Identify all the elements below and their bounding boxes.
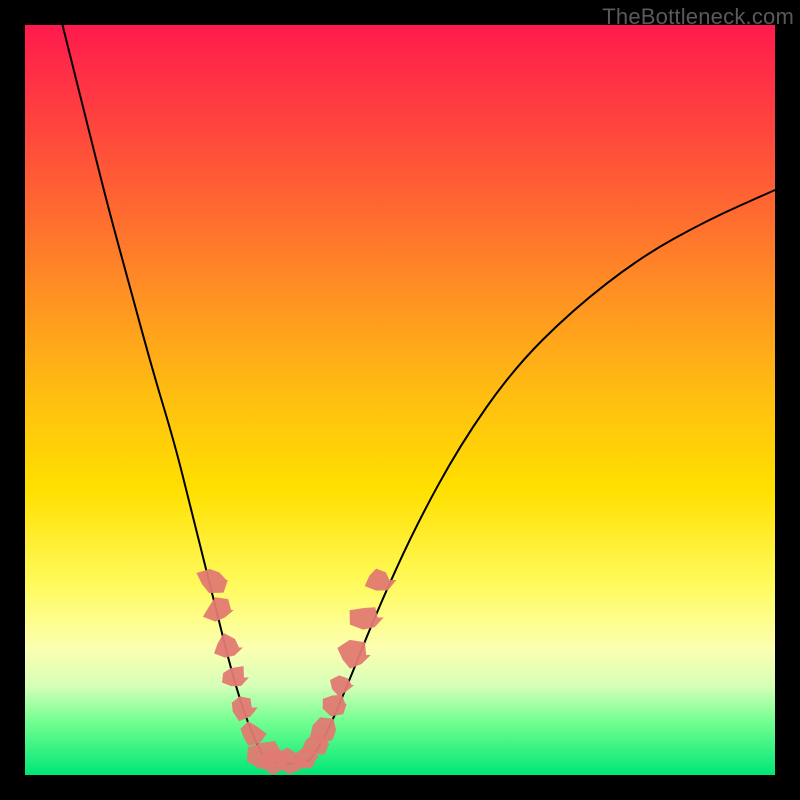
data-marker — [232, 696, 258, 721]
data-marker — [203, 597, 234, 621]
data-marker — [337, 640, 371, 669]
data-marker — [323, 695, 347, 717]
data-marker — [222, 666, 249, 686]
data-marker — [196, 569, 227, 593]
chart-svg — [25, 25, 775, 775]
data-marker — [214, 633, 243, 658]
data-markers — [196, 569, 396, 775]
chart-area — [25, 25, 775, 775]
bottleneck-curve — [63, 25, 776, 764]
data-marker — [240, 721, 266, 746]
